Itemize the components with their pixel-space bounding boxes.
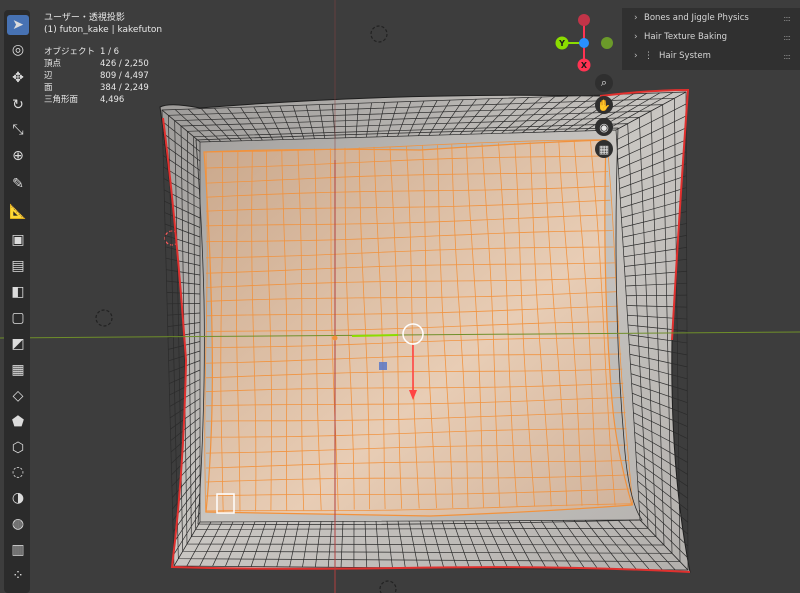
move-tool-icon[interactable]: ✥ xyxy=(7,68,29,88)
panel-item-label: Bones and Jiggle Physics xyxy=(644,13,749,23)
gizmo-x-label: X xyxy=(581,61,588,70)
loop-cut-tool-icon[interactable]: ▦ xyxy=(7,360,29,380)
zoom-icon[interactable]: ⌕ xyxy=(595,74,613,92)
stats-row: 面 384 / 2,249 xyxy=(44,83,149,93)
extrude-region-tool-icon[interactable]: ◧ xyxy=(7,282,29,302)
annotate-tool-icon[interactable]: ✎ xyxy=(7,174,29,194)
panel-item-label: Hair Texture Baking xyxy=(644,32,728,42)
shrink-fatten-tool-icon[interactable]: ◍ xyxy=(7,514,29,534)
transform-tool-icon[interactable]: ⊕ xyxy=(7,146,29,166)
view-name: ユーザー・透視投影 xyxy=(44,13,125,23)
navigation-gizmo[interactable]: Y X xyxy=(550,8,620,78)
smooth-tool-icon[interactable]: ◌ xyxy=(7,462,29,482)
properties-panel: › Bones and Jiggle Physics :::: › Hair T… xyxy=(622,8,800,70)
chevron-right-icon: › xyxy=(634,32,638,42)
tool-shelf: ➤ ◎ ✥ ↻ ⤡ ⊕ ✎ 📐 ▣ ▤ ◧ ▢ ◩ ▦ ◇ ⬟ ⬡ ◌ ◑ ◍ ▥ ⁘ xyxy=(4,10,30,593)
snap-tool-icon[interactable]: ⁘ xyxy=(7,566,29,586)
drag-handle-icon[interactable]: :::: xyxy=(783,52,791,61)
more-vertical-icon: ⋮ xyxy=(644,51,653,61)
camera-icon[interactable]: ◉ xyxy=(595,118,613,136)
object-line: (1) futon_kake | kakefuton xyxy=(44,25,163,35)
gizmo-z-neg xyxy=(578,14,590,26)
bevel-tool-icon[interactable]: ◩ xyxy=(7,334,29,354)
stats-row: オブジェクト 1 / 6 xyxy=(44,47,120,57)
stats-row: 三角形面 4,496 xyxy=(44,95,125,105)
stats-overlay: オブジェクト 1 / 6 頂点 426 / 2,250 辺 809 / 4,497 面… xyxy=(44,46,160,106)
scale-tool-icon[interactable]: ⤡ xyxy=(7,120,29,140)
cursor-tool-icon[interactable]: ◎ xyxy=(7,40,29,60)
3d-viewport[interactable]: ➤ ◎ ✥ ↻ ⤡ ⊕ ✎ 📐 ▣ ▤ ◧ ▢ ◩ ▦ ◇ ⬟ ⬡ ◌ ◑ ◍ ▥ ⁘ ユーザー・透視投影 (1) fut… xyxy=(0,0,800,593)
stats-row: 頂点 426 / 2,250 xyxy=(44,59,149,69)
extrude-tool-icon[interactable]: ▤ xyxy=(7,256,29,276)
stats-row: 辺 809 / 4,497 xyxy=(44,71,149,81)
rotate-tool-icon[interactable]: ↻ xyxy=(7,95,29,115)
viewport-info: ユーザー・透視投影 (1) futon_kake | kakefuton xyxy=(44,12,162,36)
measure-tool-icon[interactable]: 📐 xyxy=(7,202,29,222)
panel-bones-jiggle[interactable]: › Bones and Jiggle Physics :::: xyxy=(622,9,800,27)
panel-hair-texture-baking[interactable]: › Hair Texture Baking :::: xyxy=(622,28,800,46)
grid-icon[interactable]: ▦ xyxy=(595,140,613,158)
chevron-right-icon: › xyxy=(634,13,638,23)
panel-item-label: Hair System xyxy=(659,51,711,61)
gizmo-y-label: Y xyxy=(558,39,565,48)
drag-handle-icon[interactable]: :::: xyxy=(783,33,791,42)
select-box-tool-icon[interactable]: ➤ xyxy=(7,15,29,35)
hand-pan-icon[interactable]: ✋ xyxy=(595,96,613,114)
rip-tool-icon[interactable]: ▥ xyxy=(7,540,29,560)
poly-build-tool-icon[interactable]: ⬟ xyxy=(7,412,29,432)
spin-tool-icon[interactable]: ⬡ xyxy=(7,438,29,458)
panel-hair-system[interactable]: › ⋮ Hair System :::: xyxy=(622,47,800,65)
inset-tool-icon[interactable]: ▢ xyxy=(7,308,29,328)
add-cube-tool-icon[interactable]: ▣ xyxy=(7,230,29,250)
drag-handle-icon[interactable]: :::: xyxy=(783,14,791,23)
gizmo-y-neg xyxy=(601,37,613,49)
chevron-right-icon: › xyxy=(634,51,638,61)
knife-tool-icon[interactable]: ◇ xyxy=(7,386,29,406)
shear-tool-icon[interactable]: ◑ xyxy=(7,488,29,508)
